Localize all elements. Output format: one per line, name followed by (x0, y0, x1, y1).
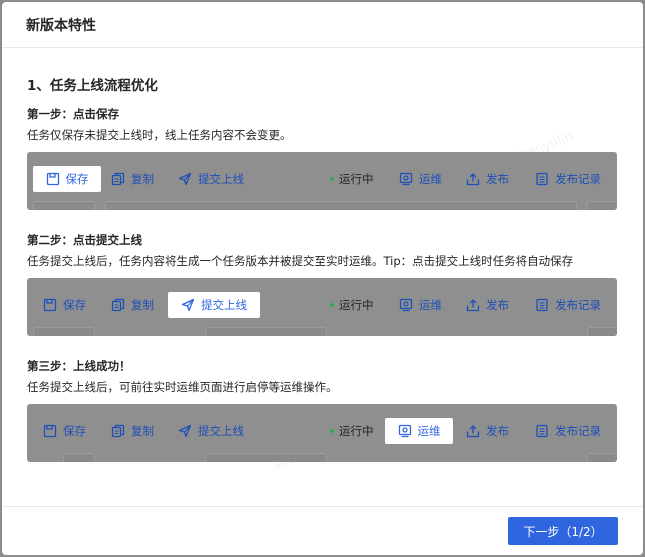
save-button[interactable]: 保存 (43, 292, 86, 318)
publish-button[interactable]: 发布 (466, 166, 509, 192)
modal-footer: 下一步（1/2） (2, 506, 643, 555)
ops-label: 运维 (419, 172, 442, 186)
copy-icon (111, 424, 125, 438)
step-title: 第一步：点击保存 (27, 107, 119, 121)
save-label: 保存 (63, 424, 86, 438)
save-icon (43, 298, 57, 312)
document-icon (536, 172, 548, 186)
toolbar-demo: 保存 复制 提交上线 运行中 运维 发布 发布记录 (27, 152, 617, 210)
upload-icon (466, 299, 480, 312)
ops-button[interactable]: 运维 (399, 166, 442, 192)
background-tab (33, 201, 95, 210)
submit-online-button[interactable]: 提交上线 (168, 292, 260, 318)
ops-button[interactable]: 运维 (399, 292, 442, 318)
background-tab (33, 327, 95, 336)
publish-label: 发布 (486, 172, 509, 186)
step-1: 第一步：点击保存 任务仅保存未提交上线时，线上任务内容不会变更。 保存 复制 提… (27, 106, 618, 210)
step-description: 任务提交上线后，可前往实时运维页面进行启停等运维操作。 (27, 380, 338, 394)
submit-online-label: 提交上线 (201, 298, 247, 312)
copy-button[interactable]: 复制 (111, 166, 154, 192)
new-features-modal: 新版本特性 shenyulin shenyulin shenyulin 1、任务… (2, 2, 643, 555)
document-icon (536, 424, 548, 438)
upload-icon (466, 173, 480, 186)
copy-label: 复制 (131, 298, 154, 312)
step-description: 任务提交上线后，任务内容将生成一个任务版本并被提交至实时运维。Tip：点击提交上… (27, 254, 574, 268)
running-status: 运行中 (330, 418, 374, 444)
save-label: 保存 (65, 172, 89, 186)
modal-body: shenyulin shenyulin shenyulin 1、任务上线流程优化… (2, 74, 643, 473)
monitor-icon (399, 298, 413, 312)
copy-label: 复制 (131, 172, 154, 186)
running-status: 运行中 (330, 292, 374, 318)
publish-label: 发布 (486, 424, 509, 438)
save-button[interactable]: 保存 (33, 166, 101, 192)
publish-button[interactable]: 发布 (466, 292, 509, 318)
step-title: 第三步：上线成功！ (27, 359, 131, 373)
send-icon (181, 298, 195, 312)
publish-log-button[interactable]: 发布记录 (535, 292, 601, 318)
upload-icon (466, 425, 480, 438)
monitor-icon (398, 424, 411, 438)
status-dot (330, 177, 334, 181)
section-title: 1、任务上线流程优化 (27, 78, 158, 94)
save-button[interactable]: 保存 (43, 418, 86, 444)
background-panel (587, 201, 617, 210)
toolbar-demo: 保存 复制 提交上线 运行中 运维 发布 发布记录 (27, 404, 617, 462)
copy-label: 复制 (131, 424, 154, 438)
save-label: 保存 (63, 298, 86, 312)
publish-label: 发布 (486, 298, 509, 312)
monitor-icon (399, 172, 413, 186)
submit-online-label: 提交上线 (198, 424, 244, 438)
status-dot (330, 429, 334, 433)
document-icon (536, 298, 548, 312)
step-description: 任务仅保存未提交上线时，线上任务内容不会变更。 (27, 128, 292, 142)
step-title: 第二步：点击提交上线 (27, 233, 142, 247)
submit-online-label: 提交上线 (198, 172, 244, 186)
copy-icon (111, 172, 125, 186)
step-2: 第二步：点击提交上线 任务提交上线后，任务内容将生成一个任务版本并被提交至实时运… (27, 232, 618, 336)
modal-header: 新版本特性 (2, 2, 643, 48)
background-tab (63, 453, 95, 462)
copy-button[interactable]: 复制 (111, 292, 154, 318)
publish-button[interactable]: 发布 (466, 418, 509, 444)
save-icon (46, 172, 59, 186)
publish-log-label: 发布记录 (555, 298, 601, 312)
step-3: 第三步：上线成功！ 任务提交上线后，可前往实时运维页面进行启停等运维操作。 保存… (27, 358, 618, 462)
submit-online-button[interactable]: 提交上线 (178, 166, 244, 192)
modal-title: 新版本特性 (26, 17, 96, 34)
background-field (205, 453, 327, 462)
save-icon (43, 424, 57, 438)
publish-log-button[interactable]: 发布记录 (535, 418, 601, 444)
status-label: 运行中 (339, 172, 374, 186)
running-status: 运行中 (330, 166, 374, 192)
background-panel (587, 453, 617, 462)
status-label: 运行中 (339, 424, 374, 438)
submit-online-button[interactable]: 提交上线 (178, 418, 244, 444)
publish-log-label: 发布记录 (555, 424, 601, 438)
ops-label: 运维 (419, 298, 442, 312)
ops-label: 运维 (417, 424, 441, 438)
background-panel (587, 327, 617, 336)
publish-log-button[interactable]: 发布记录 (535, 166, 601, 192)
background-field (205, 327, 327, 336)
publish-log-label: 发布记录 (555, 172, 601, 186)
toolbar-demo: 保存 复制 提交上线 运行中 运维 发布 发布记录 (27, 278, 617, 336)
copy-icon (111, 298, 125, 312)
send-icon (178, 424, 192, 438)
background-editor (105, 201, 577, 210)
ops-button[interactable]: 运维 (385, 418, 453, 444)
status-label: 运行中 (339, 298, 374, 312)
copy-button[interactable]: 复制 (111, 418, 154, 444)
status-dot (330, 303, 334, 307)
send-icon (178, 172, 192, 186)
next-step-button[interactable]: 下一步（1/2） (508, 517, 618, 545)
